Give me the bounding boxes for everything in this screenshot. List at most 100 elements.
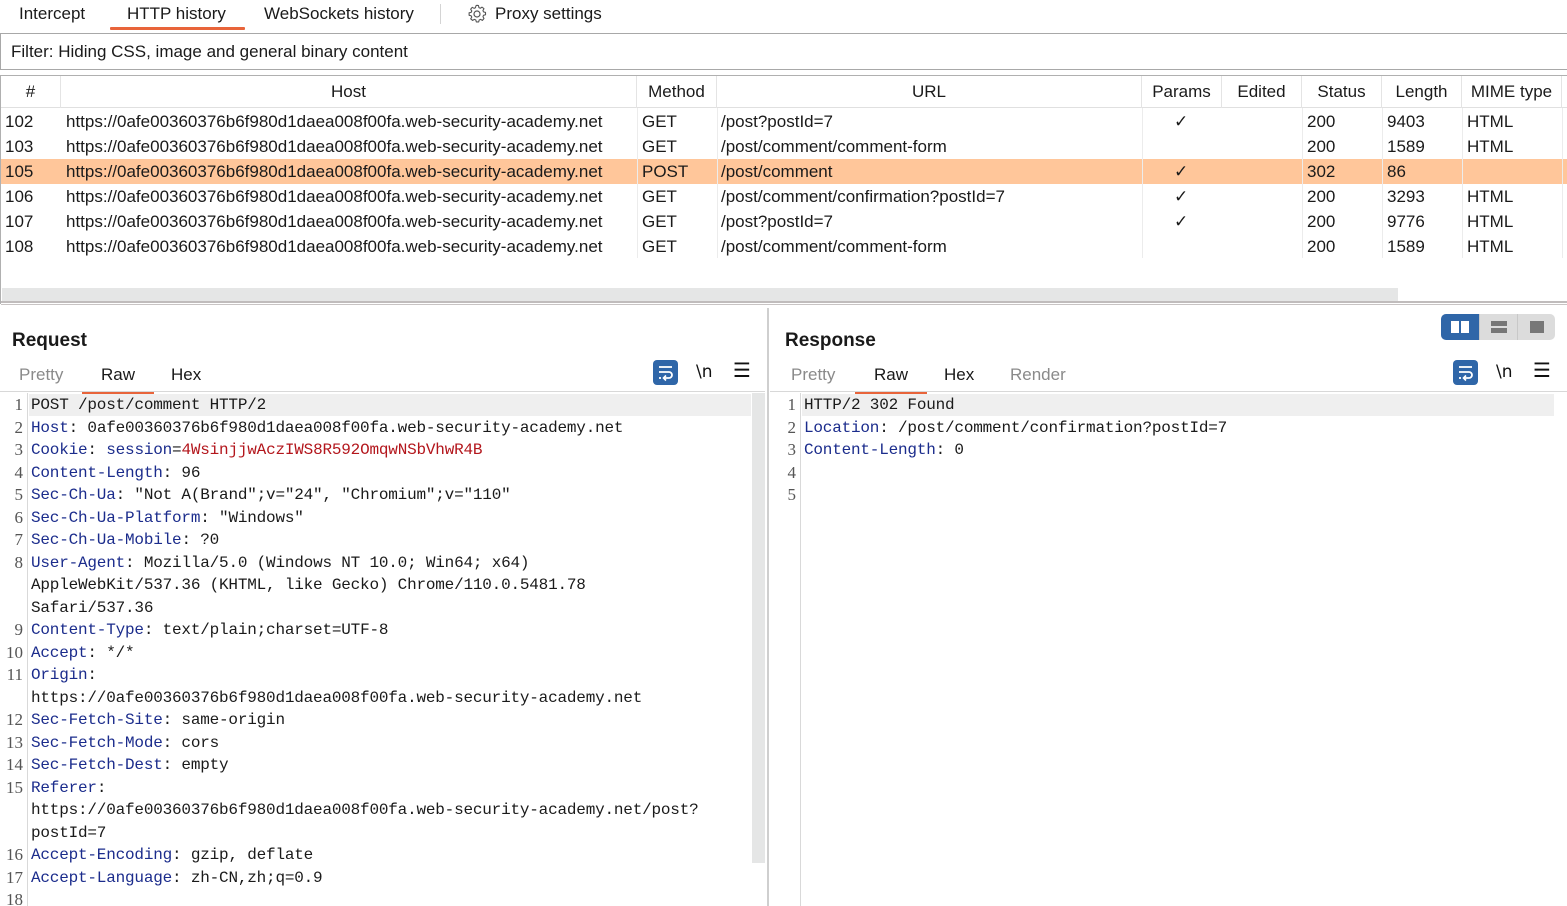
column-header-number[interactable]: # — [1, 76, 61, 108]
column-header-edited[interactable]: Edited — [1222, 76, 1302, 108]
word-wrap-icon — [1459, 366, 1473, 382]
cell-status: 200 — [1307, 112, 1336, 131]
line-number: 10 — [6, 642, 23, 662]
line-number: 13 — [6, 732, 23, 752]
cell-url: /post?postId=7 — [721, 112, 834, 131]
header-value: : — [87, 441, 107, 459]
table-row[interactable]: 102 https://0afe00360376b6f980d1daea008f0… — [1, 109, 1567, 134]
table-row[interactable]: 106 https://0afe00360376b6f980d1daea008f0… — [1, 184, 1567, 209]
gear-icon[interactable] — [466, 3, 488, 25]
column-divider — [637, 108, 638, 258]
header-value: : ?0 — [181, 531, 220, 549]
response-tab-pretty[interactable]: Pretty — [791, 364, 835, 386]
single-pane-layout-icon — [1530, 321, 1544, 333]
cell-url: /post/comment — [721, 162, 833, 181]
request-tab-hex[interactable]: Hex — [171, 364, 201, 386]
table-row[interactable]: 103 https://0afe00360376b6f980d1daea008f0… — [1, 134, 1567, 159]
show-newlines-button[interactable]: \n — [696, 361, 713, 383]
cell-host: https://0afe00360376b6f980d1daea008f00fa… — [66, 187, 603, 206]
cell-number: 105 — [5, 162, 34, 181]
cell-number: 106 — [5, 187, 34, 206]
header-name: Referer — [31, 778, 97, 797]
request-tab-raw[interactable]: Raw — [81, 364, 155, 394]
line-number: 1 — [787, 395, 797, 414]
word-wrap-button[interactable] — [1453, 360, 1478, 385]
code-line: postId=7 — [31, 822, 106, 844]
response-tab-render[interactable]: Render — [1010, 364, 1066, 386]
header-value: : gzip, deflate — [172, 846, 314, 864]
line-number: 5 — [787, 485, 797, 504]
tab-http-history[interactable]: HTTP history — [110, 3, 245, 30]
stacked-layout-icon — [1491, 321, 1507, 333]
line-number: 11 — [6, 665, 23, 684]
column-divider — [1562, 108, 1563, 258]
code-line: Accept-Language: zh-CN,zh;q=0.9 — [31, 867, 323, 889]
header-name: Accept-Language — [31, 868, 173, 887]
header-value: : same-origin — [162, 711, 285, 729]
horizontal-scrollbar[interactable] — [2, 288, 1398, 301]
single-pane-layout-button[interactable] — [1517, 314, 1555, 340]
column-header-url[interactable]: URL — [717, 76, 1142, 108]
header-name: Cookie — [31, 441, 88, 459]
splitter[interactable] — [1, 301, 1567, 303]
layout-toggle-group — [1441, 314, 1555, 340]
header-name: Content-Length — [31, 463, 163, 482]
tab-intercept[interactable]: Intercept — [19, 3, 85, 30]
header-value: : "Windows" — [200, 508, 304, 527]
request-title: Request — [12, 330, 87, 351]
cell-url: /post/comment/comment-form — [721, 137, 947, 156]
show-newlines-button[interactable]: \n — [1496, 361, 1513, 383]
header-value: AppleWebKit/537.36 (KHTML, like Gecko) C… — [31, 576, 586, 594]
column-header-length[interactable]: Length — [1382, 76, 1462, 108]
cell-url: /post/comment/confirmation?postId=7 — [721, 187, 1005, 206]
filter-bar[interactable]: Filter: Hiding CSS, image and general bi… — [0, 33, 1567, 70]
cell-number: 107 — [5, 212, 34, 231]
code-line: HTTP/2 302 Found — [804, 394, 955, 416]
request-editor[interactable]: 1 POST /post/comment HTTP/2 2 Host: 0afe003… — [0, 393, 752, 906]
header-value: : empty — [162, 756, 229, 774]
code-line: Sec-Ch-Ua: "Not A(Brand";v="24", "Chromi… — [31, 484, 511, 506]
word-wrap-button[interactable] — [653, 360, 678, 385]
line-number: 2 — [787, 417, 797, 437]
cell-status: 302 — [1307, 162, 1336, 181]
cell-mime-type: HTML — [1467, 187, 1514, 206]
stacked-layout-button[interactable] — [1479, 314, 1517, 340]
tab-websockets-history[interactable]: WebSockets history — [264, 3, 414, 30]
column-header-method[interactable]: Method — [637, 76, 717, 108]
header-value: POST /post/comment HTTP/2 — [31, 396, 267, 414]
cell-length: 1589 — [1387, 237, 1425, 256]
header-name: Accept — [31, 643, 88, 662]
cell-method: GET — [642, 212, 677, 231]
request-vertical-scrollbar[interactable] — [752, 393, 765, 863]
request-tab-pretty[interactable]: Pretty — [19, 364, 63, 386]
hamburger-menu-icon[interactable]: ☰ — [733, 360, 751, 382]
table-row[interactable]: 108 https://0afe00360376b6f980d1daea008f0… — [1, 234, 1567, 259]
header-name: Sec-Ch-Ua — [31, 486, 116, 504]
tab-proxy-settings[interactable]: Proxy settings — [495, 3, 602, 30]
code-line: Sec-Ch-Ua-Mobile: ?0 — [31, 529, 219, 551]
code-line: Accept: */* — [31, 642, 135, 664]
header-name: Content-Type — [31, 621, 144, 639]
response-editor[interactable]: 1 HTTP/2 302 Found 2 Location: /post/commen… — [770, 393, 1567, 906]
header-name: Sec-Fetch-Dest — [31, 756, 163, 774]
header-name: User-Agent — [31, 553, 126, 572]
column-header-params[interactable]: Params — [1142, 76, 1222, 108]
column-header-host[interactable]: Host — [61, 76, 637, 108]
cell-status: 200 — [1307, 137, 1336, 156]
cell-length: 9776 — [1387, 212, 1425, 231]
response-title: Response — [785, 330, 876, 351]
column-header-mime-type[interactable]: MIME type — [1462, 76, 1562, 108]
cell-host: https://0afe00360376b6f980d1daea008f00fa… — [66, 137, 603, 156]
hamburger-menu-icon[interactable]: ☰ — [1533, 360, 1551, 382]
response-tab-raw[interactable]: Raw — [854, 364, 928, 394]
panel-divider[interactable] — [767, 308, 769, 906]
response-tab-hex[interactable]: Hex — [944, 364, 974, 386]
header-value: https://0afe00360376b6f980d1daea008f00fa… — [31, 688, 643, 707]
column-header-status[interactable]: Status — [1302, 76, 1382, 108]
table-row[interactable]: 107 https://0afe00360376b6f980d1daea008f0… — [1, 209, 1567, 234]
code-line: Location: /post/comment/confirmation?pos… — [804, 417, 1227, 439]
table-row[interactable]: 105 https://0afe00360376b6f980d1daea008f0… — [1, 159, 1567, 184]
line-number: 3 — [787, 440, 797, 459]
line-number: 16 — [6, 845, 23, 864]
side-by-side-layout-button[interactable] — [1441, 314, 1479, 340]
